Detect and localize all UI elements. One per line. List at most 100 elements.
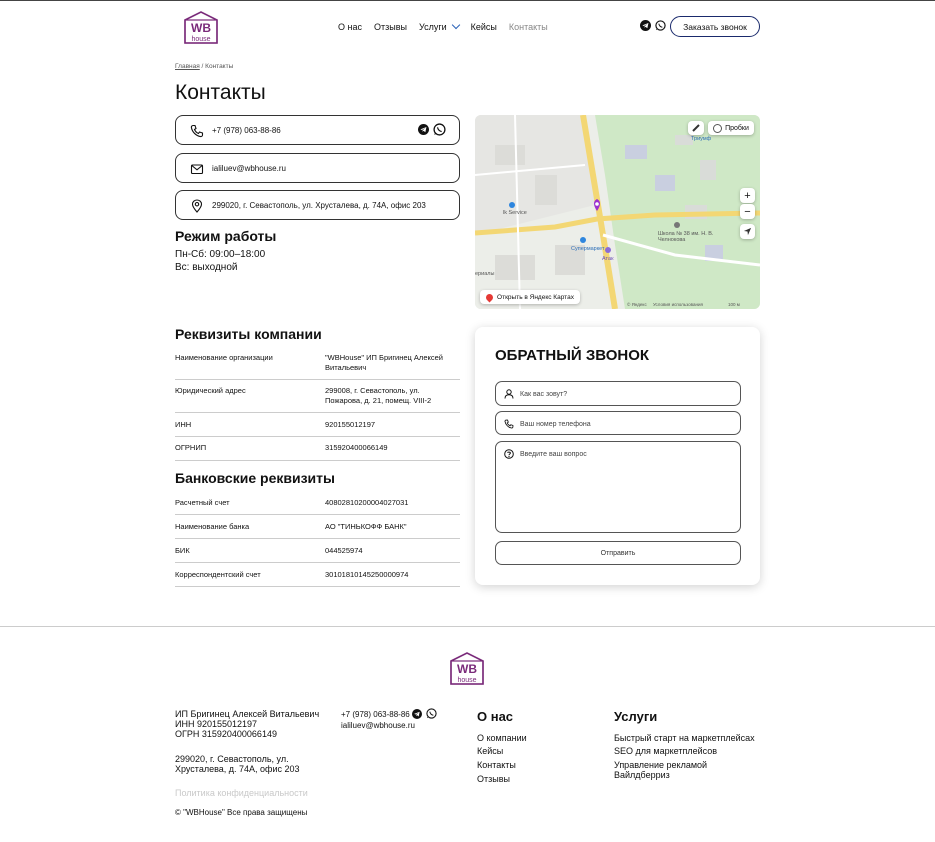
- name-input[interactable]: Как вас зовут?: [495, 381, 741, 406]
- footer-copyright: © "WBHouse" Все права защищены: [175, 808, 308, 817]
- wbhouse-logo[interactable]: WB house: [183, 10, 219, 44]
- phone-box[interactable]: +7 (978) 063-88-86: [175, 115, 460, 145]
- telegram-icon[interactable]: [640, 20, 651, 31]
- callback-form: ОБРАТНЫЙ ЗВОНОК Как вас зовут? Ваш номер…: [475, 327, 760, 585]
- map-label-triumph: Триумф: [691, 136, 712, 142]
- requisites-key: Наименование организации: [175, 353, 273, 362]
- nav-contacts[interactable]: Контакты: [509, 22, 548, 32]
- divider: [175, 379, 460, 380]
- phone-icon: [504, 419, 514, 429]
- footer-services-title: Услуги: [614, 709, 658, 724]
- requisites-value: 315920400066149: [325, 443, 388, 452]
- email-box[interactable]: ialiluev@wbhouse.ru: [175, 153, 460, 183]
- address-box: 299020, г. Севастополь, ул. Хрусталева, …: [175, 190, 460, 220]
- requisites-value: "WBHouse" ИП Бригинец Алексей Витальевич: [325, 353, 443, 372]
- footer-about-title: О нас: [477, 709, 514, 724]
- footer-company: ИП Бригинец Алексей Витальевич: [175, 709, 320, 719]
- telegram-icon[interactable]: [418, 124, 429, 135]
- map-terms-link[interactable]: Условия использования: [653, 302, 703, 307]
- svg-text:WB: WB: [191, 21, 211, 35]
- bank-title: Банковские реквизиты: [175, 470, 335, 486]
- navigation-arrow-icon: [743, 227, 752, 236]
- map-label-supermarket: Супермаркет: [571, 246, 605, 252]
- user-icon: [504, 389, 514, 399]
- divider: [175, 538, 460, 539]
- bank-key: Наименование банка: [175, 522, 250, 531]
- whatsapp-icon[interactable]: [426, 708, 437, 719]
- zoom-in-button[interactable]: +: [740, 188, 755, 203]
- breadcrumb-home[interactable]: Главная: [175, 63, 200, 70]
- requisites-key: ОГРНИП: [175, 443, 207, 452]
- nav-cases[interactable]: Кейсы: [471, 22, 497, 32]
- question-placeholder: Введите ваш вопрос: [520, 451, 587, 458]
- location-pin-icon: [191, 199, 203, 213]
- footer-ogrn: ОГРН 315920400066149: [175, 729, 277, 739]
- breadcrumb-current: Контакты: [205, 63, 234, 70]
- page-title: Контакты: [175, 81, 266, 104]
- nav-services[interactable]: Услуги: [418, 20, 460, 32]
- divider: [175, 562, 460, 563]
- footer-link-ads[interactable]: Управление рекламой: [614, 760, 707, 770]
- nav-about[interactable]: О нас: [338, 22, 362, 32]
- form-title: ОБРАТНЫЙ ЗВОНОК: [495, 347, 650, 364]
- name-placeholder: Как вас зовут?: [520, 391, 568, 398]
- question-icon: [504, 449, 514, 459]
- telegram-icon[interactable]: [412, 709, 422, 719]
- divider: [175, 514, 460, 515]
- bank-key: Расчетный счет: [175, 498, 230, 507]
- footer-link-wildberries[interactable]: Вайлдберриз: [614, 770, 670, 780]
- bank-key: БИК: [175, 546, 190, 555]
- traffic-label: Пробки: [725, 124, 749, 132]
- schedule-sunday: Вс: выходной: [175, 262, 238, 273]
- nav-services-label: Услуги: [418, 22, 447, 32]
- nav-reviews[interactable]: Отзывы: [374, 22, 407, 32]
- whatsapp-icon[interactable]: [655, 20, 666, 31]
- footer-link-company[interactable]: О компании: [477, 733, 527, 743]
- bank-value: АО "ТИНЬКОФФ БАНК": [325, 522, 407, 531]
- phone-input[interactable]: Ваш номер телефона: [495, 411, 741, 435]
- footer-phone[interactable]: +7 (978) 063-88-86: [341, 710, 410, 720]
- requisites-title: Реквизиты компании: [175, 326, 322, 342]
- chevron-down-icon: [451, 20, 460, 30]
- bank-key: Корреспондентский счет: [175, 570, 261, 579]
- email-value[interactable]: ialiluev@wbhouse.ru: [212, 164, 286, 173]
- order-call-button[interactable]: Заказать звонок: [670, 16, 760, 37]
- ruler-button[interactable]: [688, 121, 704, 135]
- divider: [175, 412, 460, 413]
- footer-address-line1: 299020, г. Севастополь, ул.: [175, 754, 289, 764]
- address-value: 299020, г. Севастополь, ул. Хрусталева, …: [212, 200, 426, 210]
- svg-text:house: house: [191, 36, 210, 43]
- footer-link-contacts[interactable]: Контакты: [477, 760, 516, 770]
- footer-link-cases[interactable]: Кейсы: [477, 746, 503, 756]
- map-label-final: ериалы: [475, 271, 495, 277]
- question-textarea[interactable]: Введите ваш вопрос: [495, 441, 741, 533]
- ruler-icon: [692, 124, 700, 132]
- whatsapp-icon[interactable]: [433, 123, 446, 136]
- map-copyright: © Яндекс: [627, 302, 647, 307]
- submit-button[interactable]: Отправить: [495, 541, 741, 565]
- geolocation-button[interactable]: [740, 224, 755, 239]
- footer-logo[interactable]: WB house: [449, 651, 485, 685]
- bank-value: 40802810200004027031: [325, 498, 409, 507]
- bank-value: 044525974: [325, 546, 363, 555]
- privacy-policy-link[interactable]: Политика конфиденциальности: [175, 788, 308, 798]
- phone-placeholder: Ваш номер телефона: [520, 421, 591, 428]
- zoom-out-button[interactable]: −: [740, 204, 755, 219]
- divider: [175, 586, 460, 587]
- footer-link-reviews[interactable]: Отзывы: [477, 774, 510, 784]
- traffic-button[interactable]: Пробки: [708, 121, 754, 135]
- open-yandex-maps-link[interactable]: Открыть в Яндекс Картах: [480, 290, 580, 304]
- yandex-map[interactable]: lk Service Супермаркет Атак Школа № 38 и…: [475, 115, 760, 309]
- phone-value[interactable]: +7 (978) 063-88-86: [212, 126, 281, 135]
- footer-link-fast-start[interactable]: Быстрый старт на маркетплейсах: [614, 733, 755, 743]
- top-border: [0, 0, 935, 1]
- mail-icon: [190, 164, 204, 175]
- footer-email[interactable]: ialiluev@wbhouse.ru: [341, 721, 415, 731]
- requisites-value: 920155012197: [325, 420, 376, 429]
- main-nav: О нас Отзывы Услуги Кейсы Контакты: [338, 20, 548, 32]
- requisites-key: Юридический адрес: [175, 386, 246, 395]
- open-yandex-maps-label: Открыть в Яндекс Картах: [497, 293, 574, 301]
- phone-icon: [190, 124, 204, 138]
- footer-divider: [0, 626, 935, 627]
- footer-link-seo[interactable]: SEO для маркетплейсов: [614, 746, 717, 756]
